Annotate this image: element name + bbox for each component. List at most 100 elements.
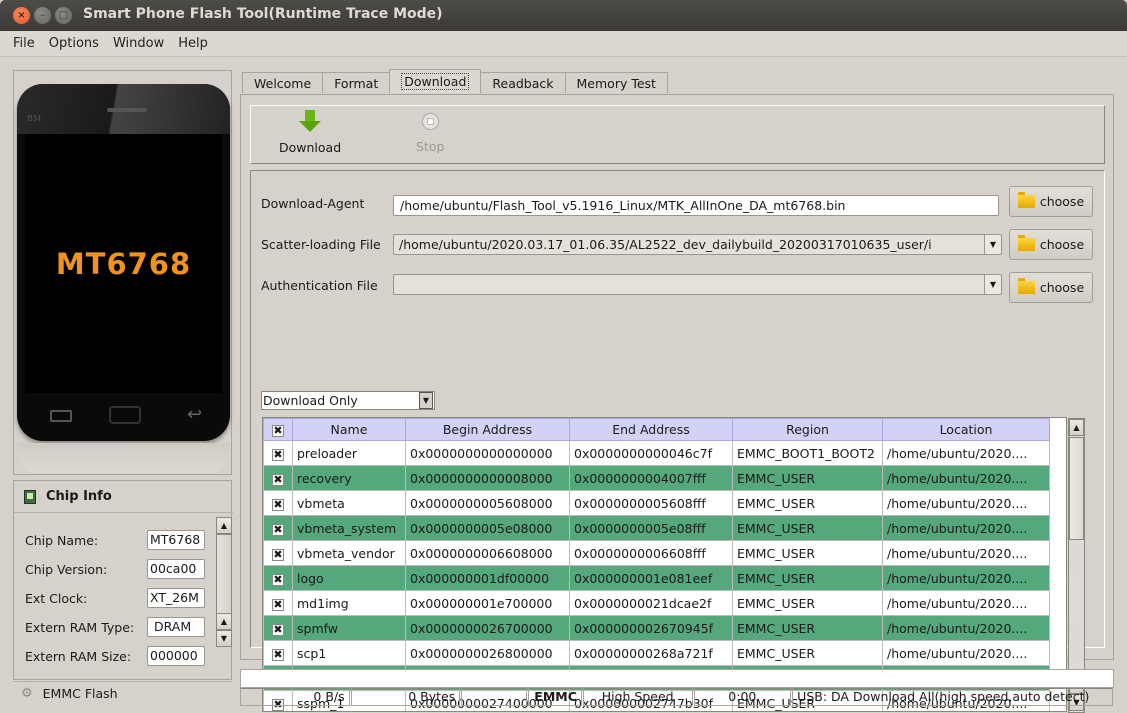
cell-name: vbmeta_vendor (292, 540, 406, 566)
cell-location: /home/ubuntu/2020.... (882, 440, 1050, 466)
header-location[interactable]: Location (882, 418, 1050, 441)
cell-location: /home/ubuntu/2020.... (882, 540, 1050, 566)
arrow-up-icon: ▲ (220, 617, 228, 626)
maximize-window-button[interactable]: □ (55, 7, 72, 24)
row-checkbox-cell: ✖ (263, 640, 293, 666)
scatter-file-combo[interactable]: /home/ubuntu/2020.03.17_01.06.35/AL2522_… (393, 234, 1002, 255)
emmc-flash-tab[interactable]: ⚙ EMMC Flash (13, 681, 232, 705)
status-bar: 0 B/s 0 Bytes EMMC High Speed 0:00 USB: … (240, 688, 1114, 706)
ram-size-label: Extern RAM Size: (25, 648, 132, 664)
row-checkbox[interactable]: ✖ (272, 523, 284, 536)
cell-location: /home/ubuntu/2020.... (882, 640, 1050, 666)
table-row[interactable]: ✖ logo 0x000000001df00000 0x000000001e081ee… (263, 565, 1050, 591)
header-end-address[interactable]: End Address (569, 418, 733, 441)
ram-size-field[interactable]: 000000 (147, 646, 205, 666)
header-begin-address[interactable]: Begin Address (405, 418, 570, 441)
tab-welcome[interactable]: Welcome (242, 72, 324, 93)
menu-options[interactable]: Options (49, 36, 99, 51)
menu-options-label: Options (48, 36, 99, 51)
chip-scroll-down-button[interactable]: ▼ (216, 630, 232, 647)
main-tabs: Welcome Format Download Readback Memory … (242, 69, 668, 94)
cell-begin-address: 0x000000001e700000 (405, 590, 570, 616)
download-mode-select[interactable]: Download Only ▼ (261, 391, 435, 410)
cell-begin-address: 0x0000000026700000 (405, 615, 570, 641)
chip-version-field[interactable]: 00ca00 (147, 559, 205, 579)
select-all-checkbox[interactable]: ✖ (272, 425, 284, 437)
chip-scroll-up-button[interactable]: ▲ (216, 517, 232, 534)
chevron-down-icon[interactable]: ▼ (984, 235, 1001, 254)
close-icon: × (17, 10, 26, 21)
cell-location: /home/ubuntu/2020.... (882, 490, 1050, 516)
table-row[interactable]: ✖ preloader 0x0000000000000000 0x0000000000… (263, 440, 1050, 466)
row-checkbox[interactable]: ✖ (272, 623, 284, 636)
table-scroll-up-button[interactable]: ▲ (1069, 419, 1084, 436)
menu-file[interactable]: File (13, 36, 35, 51)
choose-download-agent-button[interactable]: choose (1009, 186, 1093, 217)
table-row[interactable]: ✖ recovery 0x0000000000008000 0x00000000040… (263, 465, 1050, 491)
row-checkbox[interactable]: ✖ (272, 573, 284, 586)
status-time: 0:00 (693, 688, 792, 706)
tab-format[interactable]: Format (322, 72, 391, 93)
row-checkbox[interactable]: ✖ (272, 648, 284, 661)
cell-end-address: 0x0000000005608fff (569, 490, 733, 516)
chip-info-tab-edge (194, 481, 233, 513)
row-checkbox[interactable]: ✖ (272, 548, 284, 561)
chevron-down-icon[interactable]: ▼ (984, 275, 1001, 294)
table-scroll-thumb[interactable] (1069, 437, 1084, 540)
cell-name: scp1 (292, 640, 406, 666)
cell-region: EMMC_USER (732, 640, 883, 666)
choose-auth-file-button[interactable]: choose (1009, 272, 1093, 303)
row-checkbox-cell: ✖ (263, 440, 293, 466)
ext-clock-row: Ext Clock: (25, 588, 149, 608)
chip-info-scrollbar[interactable]: ▲ ▲ ▼ (216, 517, 232, 647)
table-row[interactable]: ✖ scp1 0x0000000026800000 0x00000000268a721… (263, 640, 1050, 666)
cell-end-address: 0x0000000004007fff (569, 465, 733, 491)
stop-button[interactable]: Stop (416, 110, 444, 154)
tab-memory-test[interactable]: Memory Test (564, 72, 668, 93)
table-row[interactable]: ✖ md1img 0x000000001e700000 0x0000000021dca… (263, 590, 1050, 616)
tab-download[interactable]: Download (389, 69, 482, 93)
folder-icon (1017, 278, 1035, 294)
chip-info-tab[interactable]: Chip Info (14, 481, 194, 513)
chip-info-icon (24, 489, 36, 504)
chip-scroll-thumb[interactable] (216, 534, 232, 614)
table-row[interactable]: ✖ spmfw 0x0000000026700000 0x00000000267094… (263, 615, 1050, 641)
cell-region: EMMC_USER (732, 465, 883, 491)
row-checkbox-cell: ✖ (263, 465, 293, 491)
tab-readback[interactable]: Readback (480, 72, 566, 93)
header-name[interactable]: Name (292, 418, 406, 441)
row-checkbox[interactable]: ✖ (272, 498, 284, 511)
row-checkbox[interactable]: ✖ (272, 473, 284, 486)
download-toolbar: Download Stop (250, 105, 1105, 164)
chip-name-field[interactable]: MT6768 (147, 530, 205, 550)
choose-scatter-file-button[interactable]: choose (1009, 229, 1093, 260)
chip-scroll-up2-button[interactable]: ▲ (216, 613, 232, 630)
header-region[interactable]: Region (732, 418, 883, 441)
menu-window[interactable]: Window (113, 36, 164, 51)
minimize-window-button[interactable]: – (34, 7, 51, 24)
cell-location: /home/ubuntu/2020.... (882, 515, 1050, 541)
cell-region: EMMC_USER (732, 515, 883, 541)
menu-file-label: File (13, 36, 35, 51)
ram-type-field[interactable]: DRAM (147, 617, 205, 637)
table-row[interactable]: ✖ vbmeta_vendor 0x0000000006608000 0x000000… (263, 540, 1050, 566)
download-agent-input[interactable]: /home/ubuntu/Flash_Tool_v5.1916_Linux/MT… (393, 195, 999, 216)
row-checkbox[interactable]: ✖ (272, 448, 284, 461)
phone-brand: BM (27, 114, 42, 123)
menu-help[interactable]: Help (178, 36, 208, 51)
cell-begin-address: 0x0000000026800000 (405, 640, 570, 666)
auth-file-combo[interactable]: ▼ (393, 274, 1002, 295)
cell-begin-address: 0x000000001df00000 (405, 565, 570, 591)
download-button[interactable]: Download (279, 110, 341, 155)
row-checkbox[interactable]: ✖ (272, 598, 284, 611)
ext-clock-field[interactable]: XT_26M (147, 588, 205, 608)
window-title: Smart Phone Flash Tool(Runtime Trace Mod… (83, 6, 443, 22)
arrow-up-icon: ▲ (1073, 423, 1080, 432)
table-row[interactable]: ✖ vbmeta 0x0000000005608000 0x0000000005608… (263, 490, 1050, 516)
close-window-button[interactable]: × (13, 7, 30, 24)
select-all-header[interactable]: ✖ (263, 418, 293, 441)
phone-preview-panel: BM MT6768 ↩ (13, 70, 232, 475)
chevron-down-icon[interactable]: ▼ (419, 392, 433, 409)
phone-speaker (107, 108, 147, 112)
table-row[interactable]: ✖ vbmeta_system 0x0000000005e08000 0x000000… (263, 515, 1050, 541)
